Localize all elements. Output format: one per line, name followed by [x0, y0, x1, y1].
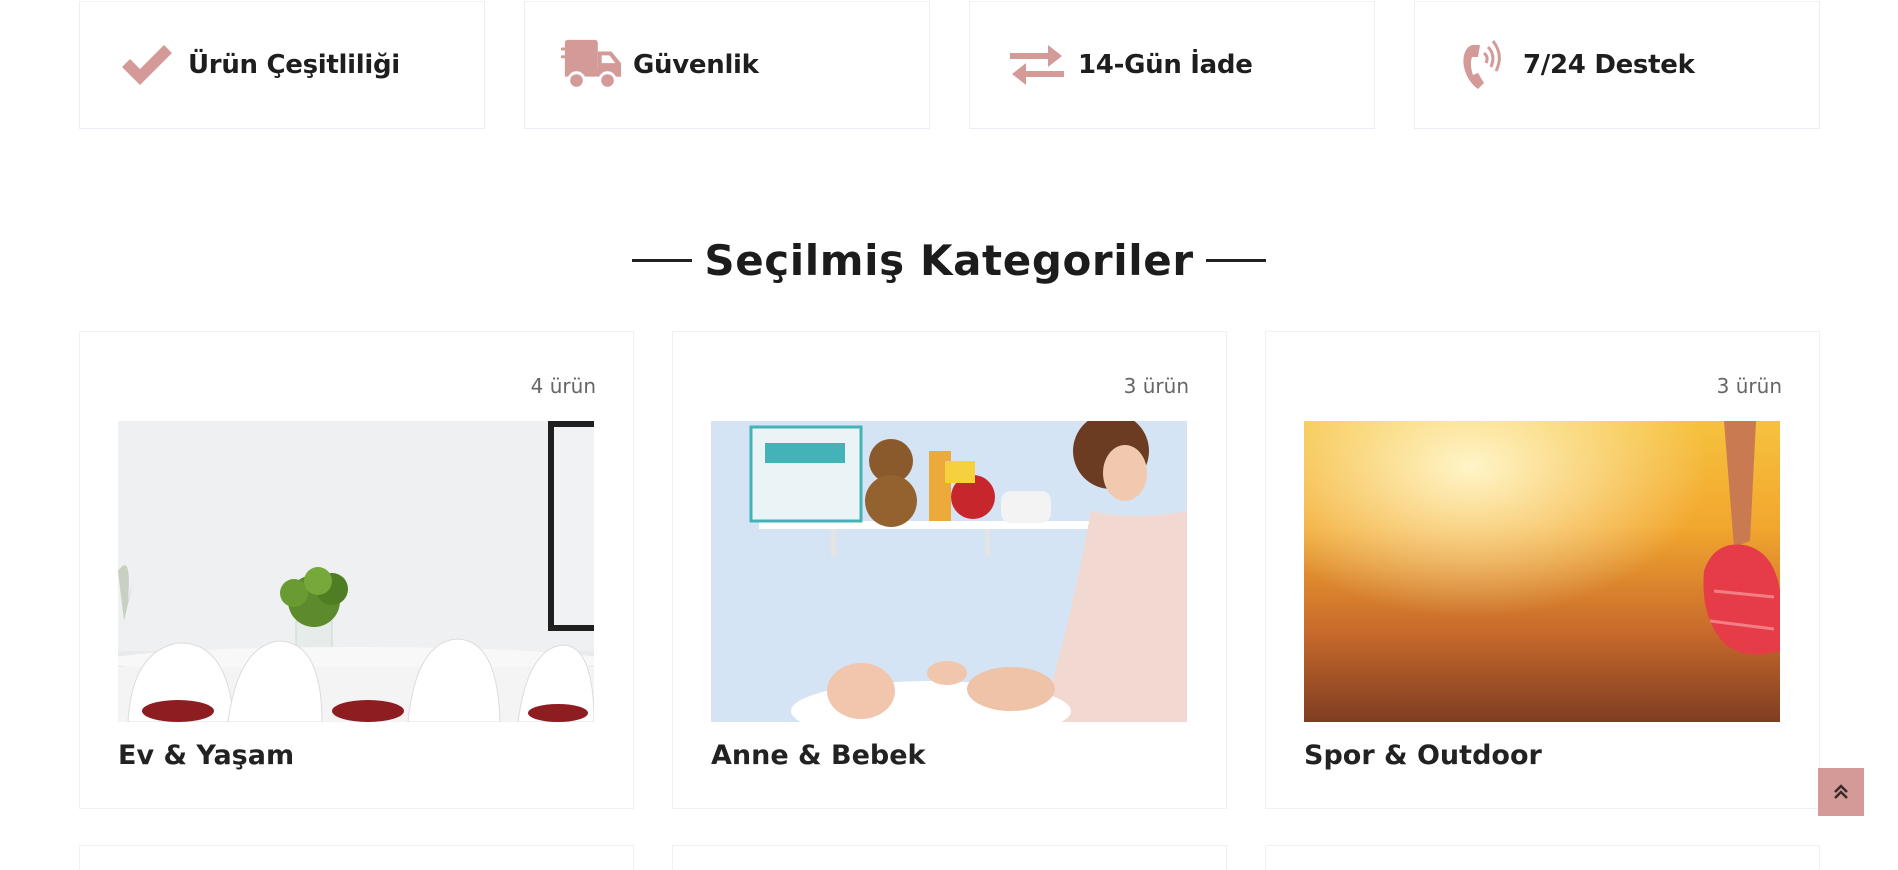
feature-support: 7/24 Destek — [1414, 1, 1820, 129]
exchange-arrows-icon — [1006, 38, 1068, 92]
category-card[interactable] — [1265, 845, 1820, 870]
category-grid: 4 ürün Ev & Yaşam 3 ürün Anne & Bebek 3 … — [79, 331, 1820, 809]
category-card-spor-outdoor[interactable]: 3 ürün Spor & Outdoor — [1265, 331, 1820, 809]
category-card-ev-yasam[interactable]: 4 ürün Ev & Yaşam — [79, 331, 634, 809]
features-strip: Ürün Çeşitliliği Güvenlik 14-Gün İade 7/… — [79, 0, 1820, 129]
check-icon — [116, 38, 178, 92]
double-chevron-up-icon — [1834, 784, 1848, 799]
category-card-anne-bebek[interactable]: 3 ürün Anne & Bebek — [672, 331, 1227, 809]
feature-label: Güvenlik — [633, 50, 759, 80]
feature-return: 14-Gün İade — [969, 1, 1375, 129]
feature-label: 14-Gün İade — [1078, 50, 1253, 80]
category-grid-next-row — [79, 845, 1820, 870]
section-title: Seçilmiş Kategoriler — [704, 236, 1194, 285]
mother-baby-image[interactable] — [711, 421, 1187, 722]
feature-security: Güvenlik — [524, 1, 930, 129]
category-card[interactable] — [672, 845, 1227, 870]
product-count: 4 ürün — [530, 374, 596, 398]
title-divider-right — [1205, 259, 1266, 262]
category-name[interactable]: Ev & Yaşam — [118, 740, 294, 771]
feature-label: 7/24 Destek — [1523, 50, 1695, 80]
feature-product-variety: Ürün Çeşitliliği — [79, 1, 485, 129]
runner-track-image[interactable] — [1304, 421, 1780, 722]
category-card[interactable] — [79, 845, 634, 870]
product-count: 3 ürün — [1716, 374, 1782, 398]
dining-room-image[interactable] — [118, 421, 594, 722]
scroll-to-top-button[interactable] — [1818, 768, 1864, 816]
phone-icon — [1451, 38, 1513, 92]
product-count: 3 ürün — [1123, 374, 1189, 398]
truck-icon — [561, 38, 623, 92]
title-divider-left — [632, 259, 693, 262]
feature-label: Ürün Çeşitliliği — [188, 50, 400, 80]
category-name[interactable]: Spor & Outdoor — [1304, 740, 1542, 771]
section-header: Seçilmiş Kategoriler — [0, 236, 1898, 285]
category-name[interactable]: Anne & Bebek — [711, 740, 925, 771]
